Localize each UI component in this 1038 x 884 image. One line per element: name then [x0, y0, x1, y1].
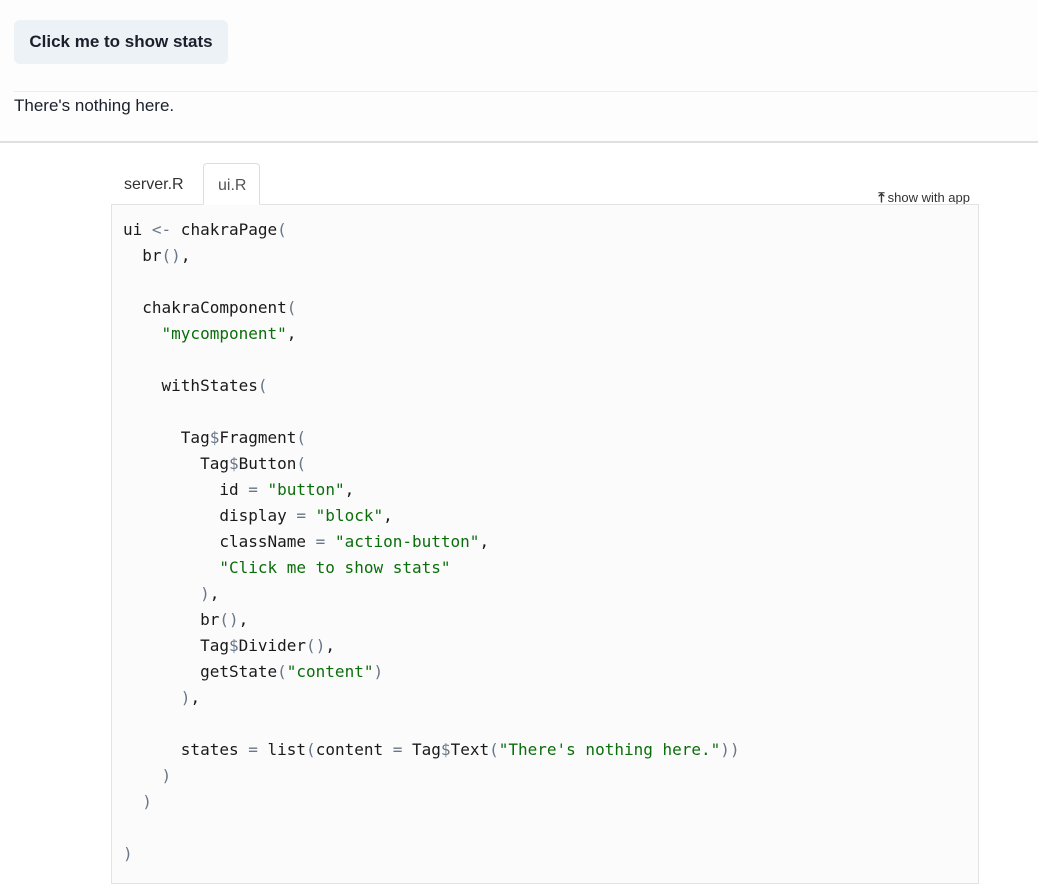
code-line: ),: [180, 688, 201, 707]
code-line: ): [123, 844, 133, 863]
file-tabs: server.R ui.R ⤒ show with app: [111, 163, 980, 205]
code-line: br(),: [123, 610, 249, 629]
source-code-panel: server.R ui.R ⤒ show with app ui <- chak…: [0, 143, 1038, 884]
code-line: ​: [123, 347, 740, 373]
code-line: withStates(: [123, 376, 268, 395]
code-line: ui <- chakraPage(: [123, 220, 287, 239]
code-line: states = list(content = Tag$Text("There'…: [123, 740, 740, 759]
code-line: ),: [200, 584, 220, 603]
code-line: getState("content"): [123, 662, 384, 681]
code-line: Tag$Button(: [123, 454, 307, 473]
show-with-app-label: show with app: [887, 190, 970, 205]
code-line: br(),: [123, 246, 191, 265]
code-line: Tag$Divider(),: [123, 636, 335, 655]
code-listing: ui <- chakraPage( br(), ​ chakraComponent…: [123, 217, 740, 867]
code-line: id = "button",: [123, 480, 355, 499]
code-line: className = "action-button",: [123, 532, 490, 551]
code-line: ​: [123, 399, 740, 425]
tab-ui-r[interactable]: ui.R: [203, 163, 260, 205]
divider: [14, 91, 1038, 92]
code-line: ​: [123, 711, 740, 737]
state-content-text: There's nothing here.: [14, 96, 175, 115]
code-line: display = "block",: [123, 506, 393, 525]
code-line: "mycomponent",: [161, 324, 297, 343]
shiny-app-preview: Click me to show stats There's nothing h…: [0, 0, 1038, 141]
code-line: "Click me to show stats": [219, 558, 451, 577]
tab-server-r[interactable]: server.R: [111, 163, 203, 204]
code-block: ui <- chakraPage( br(), ​ chakraComponent…: [111, 204, 979, 884]
code-line: chakraComponent(: [123, 298, 297, 317]
code-line: ): [161, 766, 172, 785]
code-line: ​: [123, 815, 740, 841]
show-with-app-toggle[interactable]: ⤒ show with app: [878, 190, 970, 205]
arrow-up-icon: ⤒: [878, 189, 885, 205]
code-line: ​: [123, 269, 740, 295]
show-stats-button[interactable]: Click me to show stats: [14, 20, 228, 64]
code-line: ): [142, 792, 152, 811]
code-line: Tag$Fragment(: [123, 428, 307, 447]
